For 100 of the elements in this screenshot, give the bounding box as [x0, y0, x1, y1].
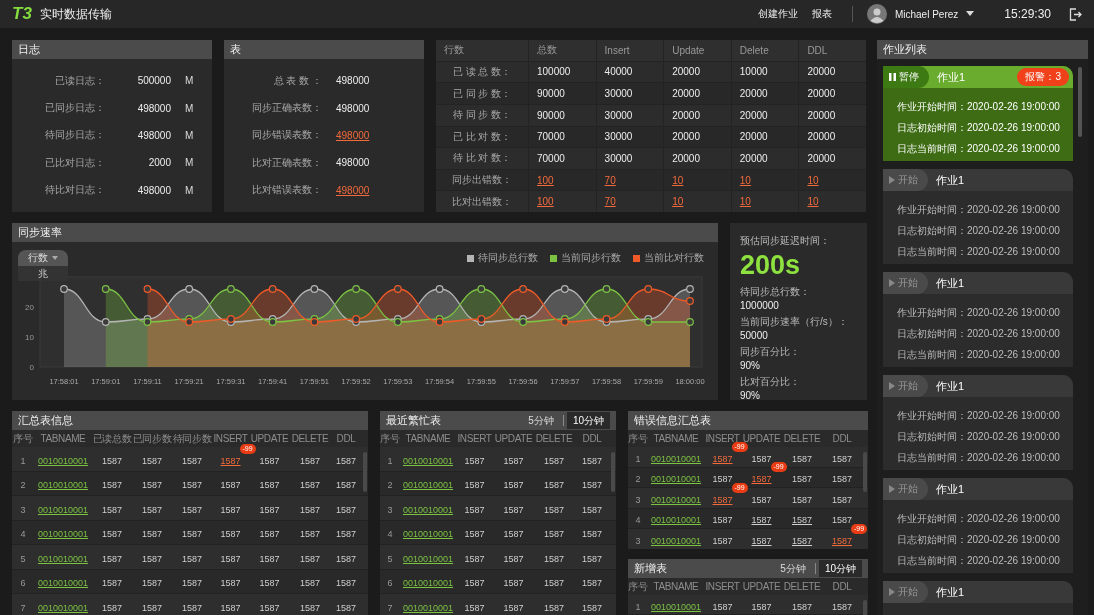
table-cell: 1587 [582, 480, 602, 491]
cell-value: 20000 [672, 66, 700, 78]
row-label: 已 同 步 数： [436, 83, 528, 104]
table-cell: 1587 [300, 578, 320, 589]
row-number: 1 [635, 601, 641, 612]
column-header: DELETE [782, 581, 822, 592]
job-name: 作业1 [936, 378, 965, 394]
table-cell: 1587 [142, 529, 162, 540]
column-header: INSERT [704, 433, 741, 444]
table-cell: 1587 [336, 504, 356, 515]
cell-value: 20000 [672, 131, 700, 143]
job-time-text: 日志初始时间：2020-02-26 19:00:00 [897, 121, 1061, 135]
big-value: 200s [740, 249, 802, 281]
column-header: 序号 [12, 431, 34, 446]
app-title: 实时数据传输 [39, 5, 112, 23]
table-cell: 1587 [300, 529, 320, 540]
stat-label: 同步百分比： [740, 345, 801, 359]
stat-value: 50000 [740, 330, 769, 341]
table-cell: 1587 [142, 455, 162, 466]
row-number: 5 [387, 553, 393, 564]
axis-label: 0 [29, 363, 34, 372]
cell-value: 100000 [537, 66, 571, 78]
row-label: 已 读 总 数： [436, 61, 528, 83]
table-cell: 1587 [182, 455, 202, 466]
legend-item: 待同步总行数 [467, 252, 538, 264]
table-cell: 1587 [220, 504, 241, 515]
table-cell: 1587 [259, 529, 280, 540]
table-cell: 1587 [102, 480, 122, 491]
column-header: 待同步数 [172, 431, 212, 446]
row-label: 比对出错数： [436, 191, 528, 212]
axis-label: 20 [25, 303, 34, 312]
row-number: 2 [635, 474, 641, 485]
panel-title: 表 [230, 42, 241, 57]
stat-label: 已读日志： [54, 73, 105, 88]
row-number: 7 [20, 602, 26, 613]
column-header: 已同步数 [132, 431, 172, 446]
axis-label: 10 [25, 333, 34, 342]
table-cell: 1587 [102, 529, 122, 540]
job-name: 作业1 [936, 275, 965, 291]
table-cell: 1587 [300, 480, 320, 491]
table-cell: 1587 [220, 480, 241, 491]
cell-value: 10000 [739, 66, 768, 78]
table-cell: 1587 [142, 602, 162, 613]
cell-value: 20000 [672, 88, 700, 100]
cell-value: 20000 [739, 152, 768, 164]
table-cell: 1587 [182, 602, 202, 613]
table-cell: 1587 [259, 455, 280, 466]
stat-value: 2000 [147, 157, 171, 169]
table-cell: 1587 [102, 504, 122, 515]
unit-label: M [185, 157, 195, 169]
row-number: 4 [20, 529, 26, 540]
table-cell: 1587 [102, 553, 122, 564]
stat-label: 同步正确表数： [251, 101, 322, 116]
column-header: TABNAME [39, 433, 87, 444]
table-cell: 1587 [464, 578, 485, 589]
table-cell: 1587 [220, 578, 241, 589]
table-cell: 1587 [259, 578, 280, 589]
table-cell: 1587 [464, 529, 485, 540]
job-time-text: 日志初始时间：2020-02-26 19:00:00 [897, 224, 1061, 238]
table-cell: 1587 [142, 504, 162, 515]
clock: 15:29:30 [1004, 7, 1051, 21]
panel-title: 新增表 [634, 561, 667, 576]
cell-value: 20000 [807, 109, 836, 121]
row-number: 3 [387, 504, 393, 515]
table-cell: 1587 [464, 553, 485, 564]
table-cell: 1587 [832, 601, 852, 612]
cell-value: 30000 [604, 152, 633, 164]
table-cell: 1587 [102, 455, 122, 466]
table-cell: 1587 [582, 529, 602, 540]
cell-value: 20000 [807, 131, 836, 143]
stat-value: 90% [740, 360, 761, 371]
table-cell: 1587 [751, 494, 772, 505]
job-name: 作业1 [936, 584, 965, 600]
table-cell: 1587 [792, 494, 812, 505]
cell-value: 20000 [672, 152, 700, 164]
cell-value: 20000 [807, 66, 836, 78]
row-number: 6 [387, 578, 393, 589]
panel-title: 错误信息汇总表 [634, 413, 711, 428]
row-number: 1 [635, 453, 641, 464]
row-number: 3 [20, 504, 26, 515]
stat-value: 498000 [136, 102, 171, 114]
column-header: TABNAME [404, 433, 452, 444]
table-cell: 1587 [582, 602, 602, 613]
row-number: 7 [387, 602, 393, 613]
stat-label: 预估同步延迟时间： [740, 234, 831, 248]
table-cell: 1587 [792, 453, 812, 464]
job-time-text: 日志初始时间：2020-02-26 19:00:00 [897, 327, 1061, 341]
table-cell: 1587 [544, 504, 564, 515]
job-time-text: 日志当前时间：2020-02-26 19:00:00 [897, 245, 1061, 259]
column-header: 总数 [529, 40, 596, 61]
row-number: 5 [20, 553, 26, 564]
row-number: 1 [20, 455, 26, 466]
table-cell: 1587 [544, 455, 564, 466]
job-time-text: 作业开始时间：2020-02-26 19:00:00 [897, 409, 1061, 423]
legend-item: 当前同步行数 [550, 252, 621, 264]
stat-value: 498000 [136, 184, 171, 196]
job-time-text: 作业开始时间：2020-02-26 19:00:00 [897, 512, 1061, 526]
column-header: INSERT [704, 581, 741, 592]
table-cell: 1587 [503, 480, 524, 491]
table-cell: 1587 [712, 474, 733, 485]
